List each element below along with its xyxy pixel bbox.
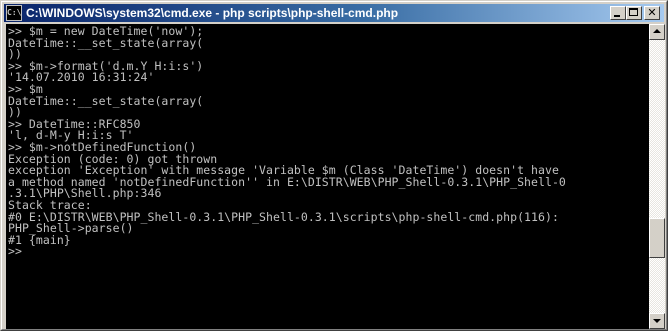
- window-title: C:\WINDOWS\system32\cmd.exe - php script…: [26, 6, 399, 20]
- console-output[interactable]: >> $m = new DateTime('now'); DateTime::__…: [6, 24, 649, 329]
- maximize-icon: [629, 8, 638, 16]
- scroll-up-button[interactable]: [649, 24, 665, 40]
- scroll-down-button[interactable]: [649, 313, 665, 329]
- console-line: PHP_Shell->parse(): [8, 221, 134, 236]
- minimize-button[interactable]: [610, 6, 626, 20]
- console-line: DateTime::__set_state(array(: [8, 93, 204, 108]
- title-bar[interactable]: C:\ C:\WINDOWS\system32\cmd.exe - php sc…: [4, 4, 664, 22]
- console-line: DateTime::__set_state(array(: [8, 35, 204, 50]
- console-prompt[interactable]: >>: [8, 246, 649, 258]
- window-frame: C:\ C:\WINDOWS\system32\cmd.exe - php sc…: [1, 1, 667, 330]
- arrow-up-icon: [653, 29, 661, 33]
- console-text: >> $m = new DateTime('now'); DateTime::__…: [6, 24, 649, 258]
- scrollbar-thumb[interactable]: [649, 218, 665, 258]
- arrow-down-icon: [653, 319, 661, 323]
- close-button[interactable]: ✕: [644, 6, 660, 20]
- cmd-app-icon[interactable]: C:\: [6, 5, 22, 21]
- maximize-button[interactable]: [626, 6, 642, 20]
- console-line: #1 {main}: [8, 232, 71, 247]
- cmd-window: C:\ C:\WINDOWS\system32\cmd.exe - php sc…: [0, 0, 668, 331]
- close-icon: ✕: [647, 6, 657, 19]
- console-line: '14.07.2010 16:31:24': [8, 70, 155, 85]
- minimize-icon: [614, 15, 620, 17]
- vertical-scrollbar[interactable]: [649, 24, 665, 329]
- console-line: .3.1\PHP\Shell.php:346: [8, 186, 162, 201]
